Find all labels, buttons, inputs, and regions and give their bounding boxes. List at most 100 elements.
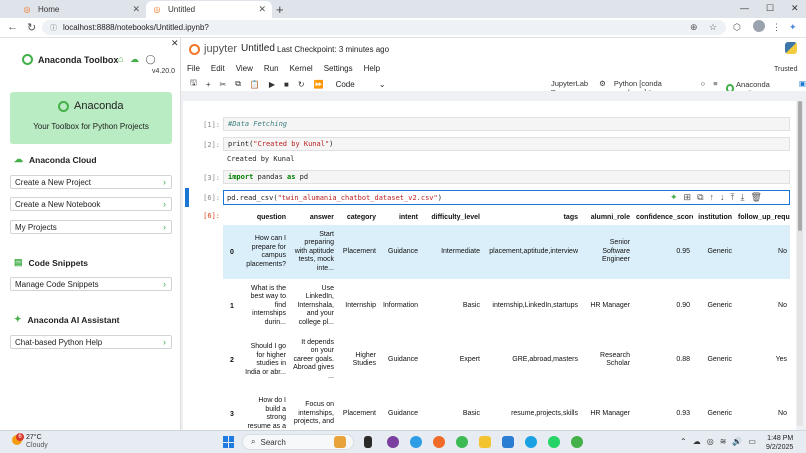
notebook-title[interactable]: Untitled <box>241 43 275 54</box>
cell-category: Internship <box>345 301 376 309</box>
tab-home[interactable]: ◎ Home ✕ <box>16 1 146 18</box>
column-header: intent <box>398 213 418 221</box>
close-tab-icon[interactable]: ✕ <box>258 4 266 15</box>
wifi-icon[interactable]: ≋ <box>720 437 727 446</box>
weather-widget[interactable]: 6 27°C Cloudy <box>12 433 48 450</box>
reload-icon[interactable]: ↻ <box>27 21 36 34</box>
url-field[interactable]: ⓘ localhost:8888/notebooks/Untitled.ipyn… <box>42 20 726 35</box>
bookmark-star-icon[interactable]: ☆ <box>709 22 717 33</box>
profile-avatar[interactable] <box>753 20 765 32</box>
save-icon[interactable]: 🖫 <box>190 77 197 91</box>
app-icon-orange[interactable] <box>433 436 445 448</box>
cut-icon[interactable]: ✂ <box>220 80 227 89</box>
chevron-up-icon[interactable]: ⌃ <box>680 437 687 446</box>
scrollbar-thumb[interactable] <box>798 101 802 231</box>
volume-icon[interactable]: 🔊 <box>732 437 742 446</box>
format-icon[interactable]: ⊞ <box>684 192 692 203</box>
cell-type-select[interactable]: Code ⌄ <box>336 80 386 89</box>
close-tab-icon[interactable]: ✕ <box>132 4 140 15</box>
ai-assist-icon[interactable]: ✦ <box>670 192 678 203</box>
cell-prompt: [6]: <box>203 194 220 202</box>
row-index: 2 <box>230 356 234 364</box>
delete-cell-icon[interactable]: 🗑 <box>751 192 762 203</box>
site-info-icon[interactable]: ⓘ <box>50 23 57 33</box>
windows-taskbar: 6 27°C Cloudy ⌕ Search ⌃ ☁ ◎ ≋ 🔊 ▭ 1:48 … <box>0 430 806 453</box>
stop-icon[interactable]: ■ <box>284 80 289 89</box>
file-explorer-icon[interactable] <box>479 436 491 448</box>
chrome-app-icon[interactable] <box>456 436 468 448</box>
cell-alumni-role: HR Manager <box>590 301 630 309</box>
paste-icon[interactable]: 📋 <box>250 80 260 89</box>
menu-view[interactable]: View <box>236 64 253 73</box>
code-cell-2[interactable]: print("Created by Kunal") <box>223 137 790 151</box>
app-tray-icon[interactable]: ◎ <box>707 437 714 446</box>
user-icon[interactable]: ◯ <box>145 54 155 64</box>
menu-kebab-icon[interactable]: ⋮ <box>772 22 781 33</box>
add-cell-icon[interactable]: + <box>206 80 211 89</box>
notebook-scrollbar[interactable] <box>797 101 803 426</box>
edge-app-icon[interactable] <box>525 436 537 448</box>
column-header: institution <box>698 213 732 221</box>
app-icon-blue[interactable] <box>410 436 422 448</box>
minimize-icon[interactable]: — <box>740 3 749 13</box>
chat-python-help-button[interactable]: Chat-based Python Help › <box>10 335 172 349</box>
anaconda-hero-card: Anaconda Your Toolbox for Python Project… <box>10 92 172 144</box>
anaconda-toolbox-logo: Anaconda Toolbox <box>22 54 118 65</box>
insert-above-icon[interactable]: ⤒ <box>731 192 735 203</box>
extensions-icon[interactable]: ⬡ <box>733 22 741 33</box>
cloud-sync-icon[interactable]: ☁ <box>693 437 701 446</box>
close-sidebar-icon[interactable]: ✕ <box>171 38 179 49</box>
back-icon[interactable]: ← <box>7 21 18 33</box>
code-cell-1[interactable]: #Data Fetching <box>223 117 790 131</box>
jupyter-tab-icon: ◎ <box>23 5 31 14</box>
whatsapp-app-icon[interactable] <box>548 436 560 448</box>
zoom-icon[interactable]: ⊕ <box>690 22 698 33</box>
insert-below-icon[interactable]: ⤓ <box>741 192 745 203</box>
close-window-icon[interactable]: ✕ <box>791 3 799 14</box>
maximize-icon[interactable]: ☐ <box>766 3 774 14</box>
menu-help[interactable]: Help <box>364 64 380 73</box>
temperature: 27°C <box>26 434 42 441</box>
cell-confidence: 0.95 <box>633 225 693 279</box>
cell-intent: Guidance <box>388 355 418 363</box>
terminal-app-icon[interactable] <box>364 436 372 448</box>
menu-settings[interactable]: Settings <box>324 64 353 73</box>
column-header: confidence_score <box>636 213 693 221</box>
home-icon[interactable]: ⌂ <box>118 54 123 64</box>
table-header-row: question answer category intent difficul… <box>223 209 790 225</box>
restart-icon[interactable]: ↻ <box>298 80 305 89</box>
menu-edit[interactable]: Edit <box>211 64 225 73</box>
move-up-icon[interactable]: ↑ <box>710 192 715 203</box>
my-projects-button[interactable]: My Projects › <box>10 220 172 234</box>
jupyter-logo[interactable]: jupyter <box>189 43 237 55</box>
duplicate-cell-icon[interactable]: ⧉ <box>697 192 703 203</box>
windows-start-icon[interactable] <box>223 436 235 448</box>
cell-institution: Generic <box>707 301 732 309</box>
anaconda-app-icon[interactable] <box>571 436 583 448</box>
manage-snippets-button[interactable]: Manage Code Snippets › <box>10 277 172 291</box>
vscode-app-icon[interactable] <box>502 436 514 448</box>
copilot-icon[interactable]: ✦ <box>789 22 797 33</box>
run-icon[interactable]: ▶ <box>269 80 275 89</box>
create-project-button[interactable]: Create a New Project › <box>10 175 172 189</box>
move-down-icon[interactable]: ↓ <box>720 192 725 203</box>
tab-untitled[interactable]: ◎ Untitled ✕ <box>146 1 272 18</box>
create-notebook-button[interactable]: Create a New Notebook › <box>10 197 172 211</box>
cell-intent: Guidance <box>379 225 421 279</box>
menu-run[interactable]: Run <box>264 64 279 73</box>
new-tab-icon[interactable]: + <box>276 2 284 17</box>
widgets-app-icon[interactable] <box>334 436 346 448</box>
trusted-indicator[interactable]: Trusted <box>774 66 797 73</box>
browser-tab-strip: ◎ Home ✕ ◎ Untitled ✕ + — ☐ ✕ <box>0 0 806 18</box>
taskbar-clock[interactable]: 1:48 PM 9/2/2025 <box>766 434 793 452</box>
anaconda-ring-icon <box>58 100 69 112</box>
menu-file[interactable]: File <box>187 64 200 73</box>
menu-kernel[interactable]: Kernel <box>290 64 313 73</box>
battery-icon[interactable]: ▭ <box>748 437 756 446</box>
copy-icon[interactable]: ⧉ <box>235 79 241 89</box>
app-icon-purple[interactable] <box>387 436 399 448</box>
cloud-icon[interactable]: ☁ <box>130 54 139 64</box>
restart-run-all-icon[interactable]: ⏩ <box>314 80 324 89</box>
code-cell-3[interactable]: import pandas as pd <box>223 170 790 184</box>
column-header: question <box>256 213 286 221</box>
